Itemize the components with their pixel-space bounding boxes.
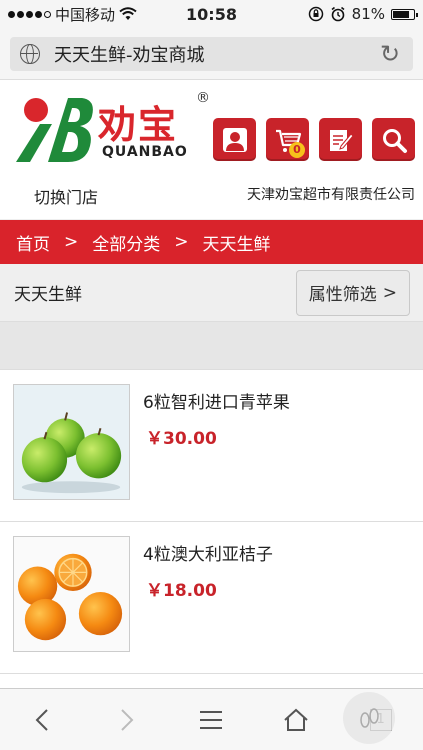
edit-icon	[329, 129, 354, 151]
header-icon-buttons: 0	[213, 118, 415, 161]
footprint-glyph	[360, 708, 379, 728]
product-image-green-apples[interactable]	[13, 384, 130, 500]
clock: 10:58	[186, 4, 237, 24]
product-name[interactable]: 6粒智利进口青苹果	[143, 388, 290, 413]
breadcrumb: 首页 > 全部分类 > 天天生鲜	[0, 220, 423, 264]
product-item[interactable]: 4粒澳大利亚桔子 ￥18.00	[0, 522, 423, 674]
filter-label: 属性筛选	[308, 285, 377, 305]
search-button[interactable]	[372, 118, 415, 161]
logo-mark-icon	[16, 98, 93, 162]
product-price: ￥30.00	[146, 429, 217, 449]
address-bar[interactable]: 天天生鲜-劝宝商城 ↻	[10, 37, 413, 71]
battery-percent: 81%	[351, 5, 385, 23]
logo-text-cn: 劝宝	[98, 103, 179, 147]
cart-count-badge: 0	[289, 142, 305, 158]
category-bar: 天天生鲜 属性筛选 >	[0, 264, 423, 322]
status-left: 中国移动	[8, 4, 137, 25]
company-name: 天津劝宝超市有限责任公司	[247, 187, 415, 203]
oranges-image	[14, 537, 129, 651]
logo-text-en: QUANBAO	[102, 144, 188, 160]
globe-icon	[20, 44, 40, 64]
green-apples-image	[14, 385, 129, 499]
breadcrumb-separator: >	[174, 232, 189, 252]
wifi-icon	[119, 7, 137, 20]
spacer-band	[0, 322, 423, 370]
carrier-label: 中国移动	[55, 5, 116, 24]
battery-fill	[393, 10, 410, 18]
reload-icon[interactable]: ↻	[377, 41, 403, 67]
back-icon	[35, 708, 49, 731]
battery-icon	[391, 8, 418, 20]
menu-icon	[200, 710, 223, 729]
back-button[interactable]	[22, 700, 62, 740]
chevron-right-icon: >	[382, 282, 397, 303]
cart-button[interactable]: 0	[266, 118, 309, 161]
alarm-icon	[331, 6, 345, 22]
breadcrumb-separator: >	[64, 232, 79, 252]
category-title: 天天生鲜	[14, 285, 82, 305]
footprint-icon[interactable]	[343, 692, 395, 744]
edit-button[interactable]	[319, 118, 362, 161]
switch-store-link[interactable]: 切换门店	[34, 184, 98, 208]
product-item[interactable]: 6粒智利进口青苹果 ￥30.00	[0, 370, 423, 522]
rotation-lock-icon	[308, 6, 323, 22]
forward-icon	[121, 708, 134, 731]
home-button[interactable]	[276, 700, 316, 740]
breadcrumb-all-categories[interactable]: 全部分类	[92, 230, 160, 255]
product-price: ￥18.00	[146, 581, 217, 601]
menu-button[interactable]	[191, 700, 231, 740]
breadcrumb-current: 天天生鲜	[202, 234, 271, 255]
registered-mark: ®	[196, 90, 210, 106]
page-title[interactable]: 天天生鲜-劝宝商城	[54, 41, 377, 67]
site-header: 劝宝 ® QUANBAO 0 切换门店 天津劝宝超市有限责任公司	[0, 80, 423, 220]
signal-strength-icon	[8, 10, 51, 18]
status-bar: 中国移动 10:58 81%	[0, 0, 423, 28]
home-icon	[284, 708, 308, 731]
user-icon	[222, 127, 247, 152]
forward-button[interactable]	[107, 700, 147, 740]
logo[interactable]: 劝宝 ® QUANBAO	[12, 90, 212, 164]
status-right: 81%	[308, 5, 418, 23]
product-name[interactable]: 4粒澳大利亚桔子	[143, 540, 273, 565]
search-icon	[382, 128, 407, 153]
browser-address-area: 天天生鲜-劝宝商城 ↻	[0, 28, 423, 80]
breadcrumb-home[interactable]: 首页	[16, 230, 50, 255]
user-button[interactable]	[213, 118, 256, 161]
attribute-filter-button[interactable]: 属性筛选 >	[295, 269, 410, 316]
product-image-oranges[interactable]	[13, 536, 130, 652]
